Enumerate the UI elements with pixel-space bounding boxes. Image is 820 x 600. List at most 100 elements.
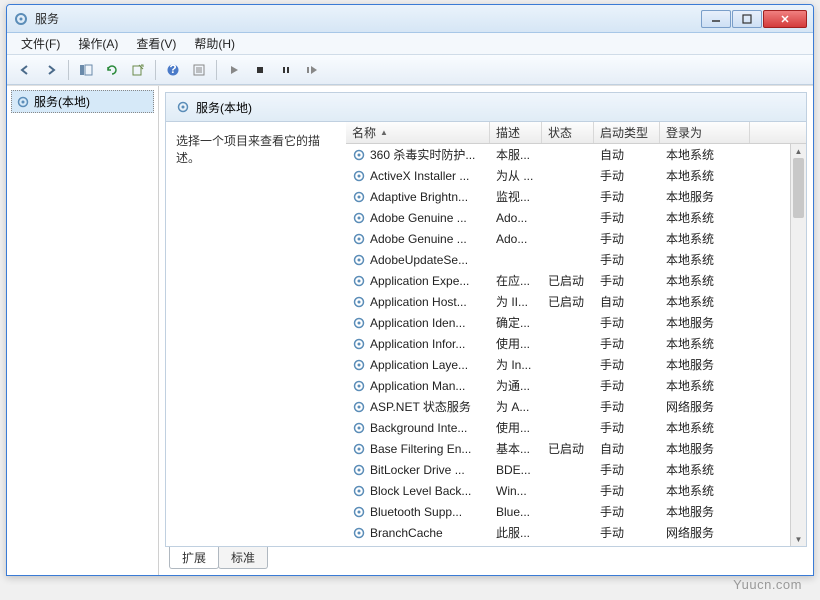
service-row[interactable]: Block Level Back...Win...手动本地系统 (346, 480, 806, 501)
service-desc: 使用... (490, 417, 542, 438)
show-hide-tree-button[interactable] (74, 58, 98, 82)
services-window: 服务 文件(F) 操作(A) 查看(V) 帮助(H) ? 服务(本地 (6, 4, 814, 576)
service-logon: 本地服务 (660, 501, 750, 522)
service-name: Adobe Genuine ... (370, 211, 467, 225)
service-desc: 为 II... (490, 291, 542, 312)
col-name[interactable]: 名称▲ (346, 122, 490, 143)
menu-help[interactable]: 帮助(H) (186, 33, 243, 54)
toolbar-separator (155, 60, 156, 80)
col-logon[interactable]: 登录为 (660, 122, 750, 143)
col-status[interactable]: 状态 (542, 122, 594, 143)
service-row[interactable]: Adobe Genuine ...Ado...手动本地系统 (346, 228, 806, 249)
service-name: BitLocker Drive ... (370, 463, 465, 477)
tree-root-label: 服务(本地) (34, 93, 90, 110)
menu-file[interactable]: 文件(F) (13, 33, 68, 54)
gear-icon (352, 442, 366, 456)
service-status (542, 510, 594, 514)
service-name: Application Man... (370, 379, 465, 393)
gear-icon (352, 253, 366, 267)
gear-icon (352, 358, 366, 372)
service-row[interactable]: ActiveX Installer ...为从 ...手动本地系统 (346, 165, 806, 186)
scroll-down-icon[interactable]: ▼ (791, 532, 806, 546)
service-status (542, 195, 594, 199)
service-name: Application Iden... (370, 316, 465, 330)
start-service-button[interactable] (222, 58, 246, 82)
maximize-button[interactable] (732, 10, 762, 28)
properties-button[interactable] (187, 58, 211, 82)
gear-icon (352, 400, 366, 414)
stop-service-button[interactable] (248, 58, 272, 82)
minimize-button[interactable] (701, 10, 731, 28)
service-startup: 手动 (594, 186, 660, 207)
service-row[interactable]: ASP.NET 状态服务为 A...手动网络服务 (346, 396, 806, 417)
restart-service-button[interactable] (300, 58, 324, 82)
service-row[interactable]: Application Laye...为 In...手动本地服务 (346, 354, 806, 375)
service-logon: 本地系统 (660, 228, 750, 249)
service-row[interactable]: Base Filtering En...基本...已启动自动本地服务 (346, 438, 806, 459)
service-row[interactable]: Background Inte...使用...手动本地系统 (346, 417, 806, 438)
service-row[interactable]: BranchCache此服...手动网络服务 (346, 522, 806, 543)
service-row[interactable]: 360 杀毒实时防护...本服...自动本地系统 (346, 144, 806, 165)
col-description[interactable]: 描述 (490, 122, 542, 143)
service-name: Application Expe... (370, 274, 469, 288)
service-name: Application Host... (370, 295, 467, 309)
gear-icon (352, 379, 366, 393)
toolbar-separator (68, 60, 69, 80)
svg-text:?: ? (169, 63, 176, 76)
help-button[interactable]: ? (161, 58, 185, 82)
back-button[interactable] (13, 58, 37, 82)
forward-button[interactable] (39, 58, 63, 82)
service-status (542, 174, 594, 178)
service-row[interactable]: Application Infor...使用...手动本地系统 (346, 333, 806, 354)
service-logon: 本地服务 (660, 312, 750, 333)
service-name: Adaptive Brightn... (370, 190, 468, 204)
service-row[interactable]: Bluetooth Supp...Blue...手动本地服务 (346, 501, 806, 522)
refresh-button[interactable] (100, 58, 124, 82)
description-prompt: 选择一个项目来查看它的描述。 (176, 132, 336, 166)
service-logon: 本地系统 (660, 375, 750, 396)
tab-standard[interactable]: 标准 (218, 547, 268, 569)
tab-extended[interactable]: 扩展 (169, 547, 219, 569)
service-row[interactable]: Application Iden...确定...手动本地服务 (346, 312, 806, 333)
gear-icon (352, 169, 366, 183)
scroll-up-icon[interactable]: ▲ (791, 144, 806, 158)
service-row[interactable]: Application Man...为通...手动本地系统 (346, 375, 806, 396)
tree-pane[interactable]: 服务(本地) (7, 86, 159, 575)
service-name: Block Level Back... (370, 484, 471, 498)
service-startup: 手动 (594, 333, 660, 354)
service-row[interactable]: Adaptive Brightn...监视...手动本地服务 (346, 186, 806, 207)
service-logon: 本地服务 (660, 438, 750, 459)
tree-root-services[interactable]: 服务(本地) (11, 90, 154, 113)
service-status (542, 468, 594, 472)
service-row[interactable]: Application Host...为 II...已启动自动本地系统 (346, 291, 806, 312)
close-button[interactable] (763, 10, 807, 28)
titlebar[interactable]: 服务 (7, 5, 813, 33)
service-desc: 在应... (490, 270, 542, 291)
gear-icon (352, 337, 366, 351)
service-row[interactable]: AdobeUpdateSe...手动本地系统 (346, 249, 806, 270)
service-row[interactable]: BitLocker Drive ...BDE...手动本地系统 (346, 459, 806, 480)
service-logon: 本地系统 (660, 480, 750, 501)
services-rows[interactable]: 360 杀毒实时防护...本服...自动本地系统ActiveX Installe… (346, 144, 806, 546)
service-desc: Win... (490, 482, 542, 500)
service-desc: 为 A... (490, 396, 542, 417)
vertical-scrollbar[interactable]: ▲ ▼ (790, 144, 806, 546)
pause-service-button[interactable] (274, 58, 298, 82)
service-name: 360 杀毒实时防护... (370, 146, 475, 163)
service-startup: 手动 (594, 207, 660, 228)
service-logon: 本地服务 (660, 354, 750, 375)
service-status (542, 405, 594, 409)
service-name: Background Inte... (370, 421, 467, 435)
menu-action[interactable]: 操作(A) (70, 33, 126, 54)
service-name: Bluetooth Supp... (370, 505, 462, 519)
scroll-thumb[interactable] (793, 158, 804, 218)
service-row[interactable]: Application Expe...在应...已启动手动本地系统 (346, 270, 806, 291)
menu-view[interactable]: 查看(V) (128, 33, 184, 54)
toolbar-separator (216, 60, 217, 80)
col-startup[interactable]: 启动类型 (594, 122, 660, 143)
service-row[interactable]: Adobe Genuine ...Ado...手动本地系统 (346, 207, 806, 228)
export-list-button[interactable] (126, 58, 150, 82)
service-startup: 自动 (594, 438, 660, 459)
window-title: 服务 (35, 10, 701, 27)
service-status (542, 321, 594, 325)
